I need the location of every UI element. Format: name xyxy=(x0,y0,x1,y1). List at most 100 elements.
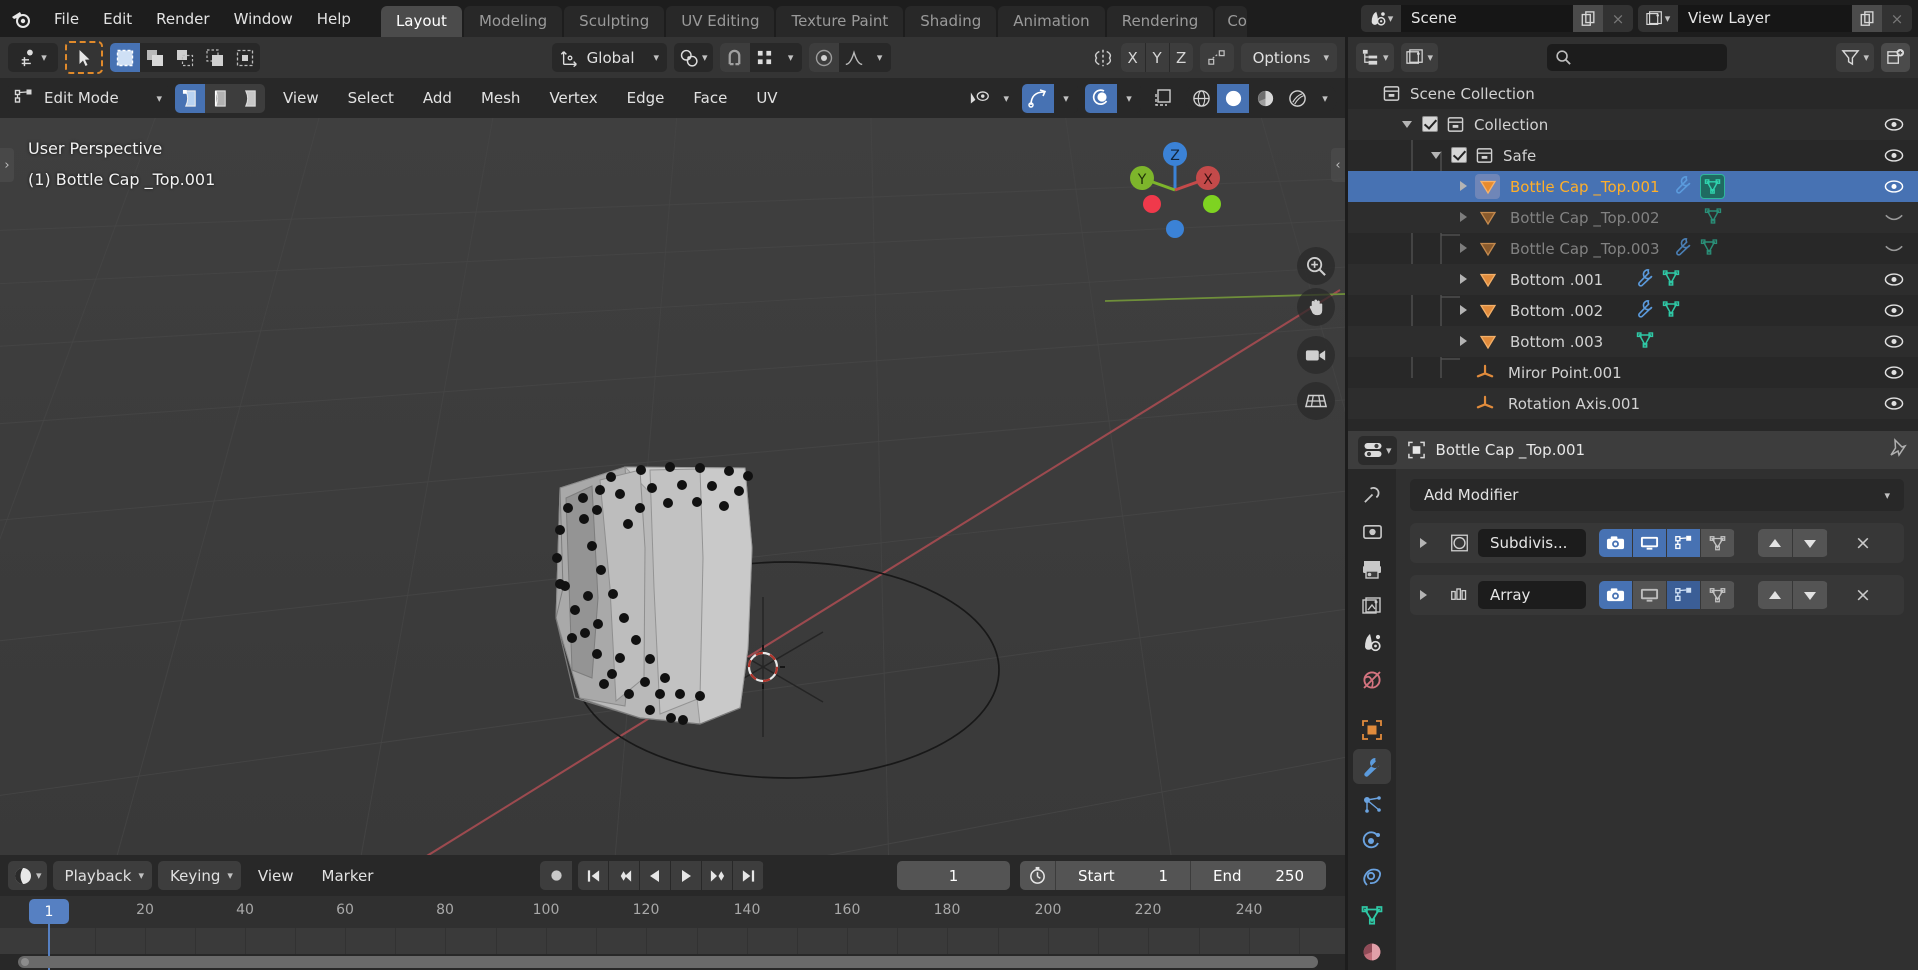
modifier-name-field[interactable]: Subdivis... xyxy=(1478,529,1586,557)
render-visibility-camera-icon[interactable] xyxy=(1599,529,1633,557)
play-button[interactable] xyxy=(671,861,702,890)
modifier-wrench-icon[interactable] xyxy=(1636,268,1655,291)
properties-tab-constraints[interactable] xyxy=(1353,861,1391,896)
properties-tab-object[interactable] xyxy=(1353,712,1391,747)
rendered-shading-icon[interactable] xyxy=(1281,84,1313,113)
realtime-visibility-monitor-icon[interactable] xyxy=(1633,529,1667,557)
expand-collapse-icon[interactable] xyxy=(1460,274,1467,284)
collection-visibility-icon[interactable] xyxy=(1884,140,1904,171)
material-preview-shading-icon[interactable] xyxy=(1249,84,1281,113)
outliner-row-miror-point-001[interactable]: Miror Point.001 xyxy=(1348,357,1918,388)
viewport-menu-select[interactable]: Select xyxy=(337,85,405,111)
select-invert-icon[interactable] xyxy=(200,43,230,72)
viewport-menu-face[interactable]: Face xyxy=(682,85,738,111)
render-visibility-camera-icon[interactable] xyxy=(1599,581,1633,609)
viewport-toolbar-toggle[interactable]: › xyxy=(0,148,14,182)
timeline-editor[interactable]: 20 40 60 80 100 120 140 160 180 200 220 … xyxy=(0,896,1345,970)
workspace-tab-shading[interactable]: Shading xyxy=(905,6,997,37)
move-modifier-down-icon[interactable] xyxy=(1793,529,1828,557)
move-modifier-down-icon[interactable] xyxy=(1793,581,1828,609)
timeline-menu-marker[interactable]: Marker xyxy=(311,863,385,889)
outliner-tree[interactable]: Scene Collection Collection Safe Bottle … xyxy=(1348,78,1918,431)
outliner-search-input[interactable] xyxy=(1547,44,1728,71)
expand-collapse-icon[interactable] xyxy=(1431,152,1441,159)
expand-collapse-icon[interactable] xyxy=(1460,181,1467,191)
unlink-scene-button[interactable]: × xyxy=(1603,5,1633,32)
wireframe-shading-icon[interactable] xyxy=(1185,84,1217,113)
menu-edit[interactable]: Edit xyxy=(91,6,144,32)
view-layer-name[interactable]: View Layer xyxy=(1678,5,1852,32)
outliner-row-bottle-cap-top-003[interactable]: Bottle Cap _Top.003 xyxy=(1348,233,1918,264)
workspace-tab-texture-paint[interactable]: Texture Paint xyxy=(776,6,904,37)
select-subtract-icon[interactable] xyxy=(170,43,200,72)
face-select-icon[interactable] xyxy=(235,83,265,113)
properties-tab-modifiers[interactable] xyxy=(1353,749,1391,785)
timeline-horizontal-scrollbar[interactable] xyxy=(18,956,1318,968)
scene-icon[interactable]: ▾ xyxy=(1361,5,1401,32)
modifier-wrench-icon[interactable] xyxy=(1674,237,1693,260)
expand-collapse-icon[interactable] xyxy=(1460,212,1467,222)
timeline-ruler[interactable]: 20 40 60 80 100 120 140 160 180 200 220 … xyxy=(0,896,1345,928)
modifier-wrench-icon[interactable] xyxy=(1674,175,1693,198)
properties-tab-output[interactable] xyxy=(1353,551,1391,586)
play-reverse-button[interactable] xyxy=(640,861,671,890)
jump-prev-keyframe-button[interactable] xyxy=(609,861,640,890)
workspace-tab-sculpting[interactable]: Sculpting xyxy=(564,6,665,37)
uv-mirror-icon[interactable] xyxy=(1199,43,1234,72)
properties-editor-type-icon[interactable]: ▾ xyxy=(1358,435,1397,465)
scene-selector[interactable]: ▾ Scene × xyxy=(1361,5,1633,32)
object-visibility-icon[interactable] xyxy=(1884,388,1904,419)
mirror-axis-z[interactable]: Z xyxy=(1168,43,1193,72)
new-collection-icon[interactable] xyxy=(1881,43,1910,72)
viewport-menu-view[interactable]: View xyxy=(272,85,330,111)
proportional-falloff-icon[interactable] xyxy=(838,43,869,72)
object-visibility-icon[interactable] xyxy=(1884,202,1904,233)
mirror-axis-y[interactable]: Y xyxy=(1144,43,1169,72)
outliner-row-rotation-axis-001[interactable]: Rotation Axis.001 xyxy=(1348,388,1918,419)
collection-enable-checkbox[interactable] xyxy=(1422,116,1438,132)
on-cage-visibility-icon[interactable] xyxy=(1701,529,1735,557)
transform-orientation-selector[interactable]: Global ▾ xyxy=(551,43,668,72)
mode-selector[interactable]: Edit Mode ▾ xyxy=(8,83,168,113)
x-mirror-icon[interactable] xyxy=(1085,43,1121,72)
xray-toggle-icon[interactable] xyxy=(1148,83,1178,113)
mesh-data-icon[interactable] xyxy=(1636,331,1654,353)
menu-help[interactable]: Help xyxy=(305,6,363,32)
expand-collapse-icon[interactable] xyxy=(1460,336,1467,346)
shading-caret-icon[interactable]: ▾ xyxy=(1313,84,1337,113)
3d-viewport[interactable]: User Perspective (1) Bottle Cap _Top.001… xyxy=(0,118,1345,855)
gizmo-icon[interactable] xyxy=(1022,83,1054,113)
outliner-row-bottle-cap-top-002[interactable]: Bottle Cap _Top.002 xyxy=(1348,202,1918,233)
viewport-menu-edge[interactable]: Edge xyxy=(616,85,676,111)
object-visibility-icon[interactable] xyxy=(1884,326,1904,357)
timeline-editor-type-icon[interactable]: ▾ xyxy=(8,861,47,890)
outliner-row-partial[interactable] xyxy=(1348,419,1918,431)
select-extend-icon[interactable] xyxy=(140,43,170,72)
add-modifier-button[interactable]: Add Modifier ▾ xyxy=(1410,479,1904,511)
mesh-data-icon[interactable] xyxy=(1662,300,1680,322)
camera-view-icon[interactable] xyxy=(1297,336,1335,374)
object-visibility-icon[interactable] xyxy=(1884,295,1904,326)
pin-icon[interactable] xyxy=(1888,438,1908,462)
new-scene-button[interactable] xyxy=(1573,5,1603,32)
properties-tab-particles[interactable] xyxy=(1353,786,1391,821)
proportional-falloff-caret-icon[interactable]: ▾ xyxy=(868,43,891,72)
outliner-row-bottom-001[interactable]: Bottom .001 xyxy=(1348,264,1918,295)
properties-tab-physics[interactable] xyxy=(1353,823,1391,858)
object-visibility-icon[interactable] xyxy=(1884,233,1904,264)
edit-mode-visibility-icon[interactable] xyxy=(1667,529,1701,557)
outliner-filter-icon[interactable]: ▾ xyxy=(1836,43,1874,72)
object-visibility-icon[interactable] xyxy=(1884,171,1904,202)
remove-view-layer-button[interactable]: × xyxy=(1882,5,1912,32)
active-tool-cursor-icon[interactable]: ▾ xyxy=(8,43,58,72)
timeline-menu-playback[interactable]: Playback ▾ xyxy=(52,861,152,890)
modifier-name-field[interactable]: Array xyxy=(1478,581,1586,609)
jump-next-keyframe-button[interactable] xyxy=(702,861,733,890)
select-set-icon[interactable] xyxy=(110,43,140,72)
overlays-icon[interactable] xyxy=(1085,83,1117,113)
scene-name[interactable]: Scene xyxy=(1401,5,1573,32)
snap-target-icon[interactable] xyxy=(749,43,780,72)
timeline-menu-view[interactable]: View xyxy=(247,863,305,889)
move-modifier-up-icon[interactable] xyxy=(1758,529,1793,557)
view-layer-icon[interactable]: ▾ xyxy=(1638,5,1678,32)
